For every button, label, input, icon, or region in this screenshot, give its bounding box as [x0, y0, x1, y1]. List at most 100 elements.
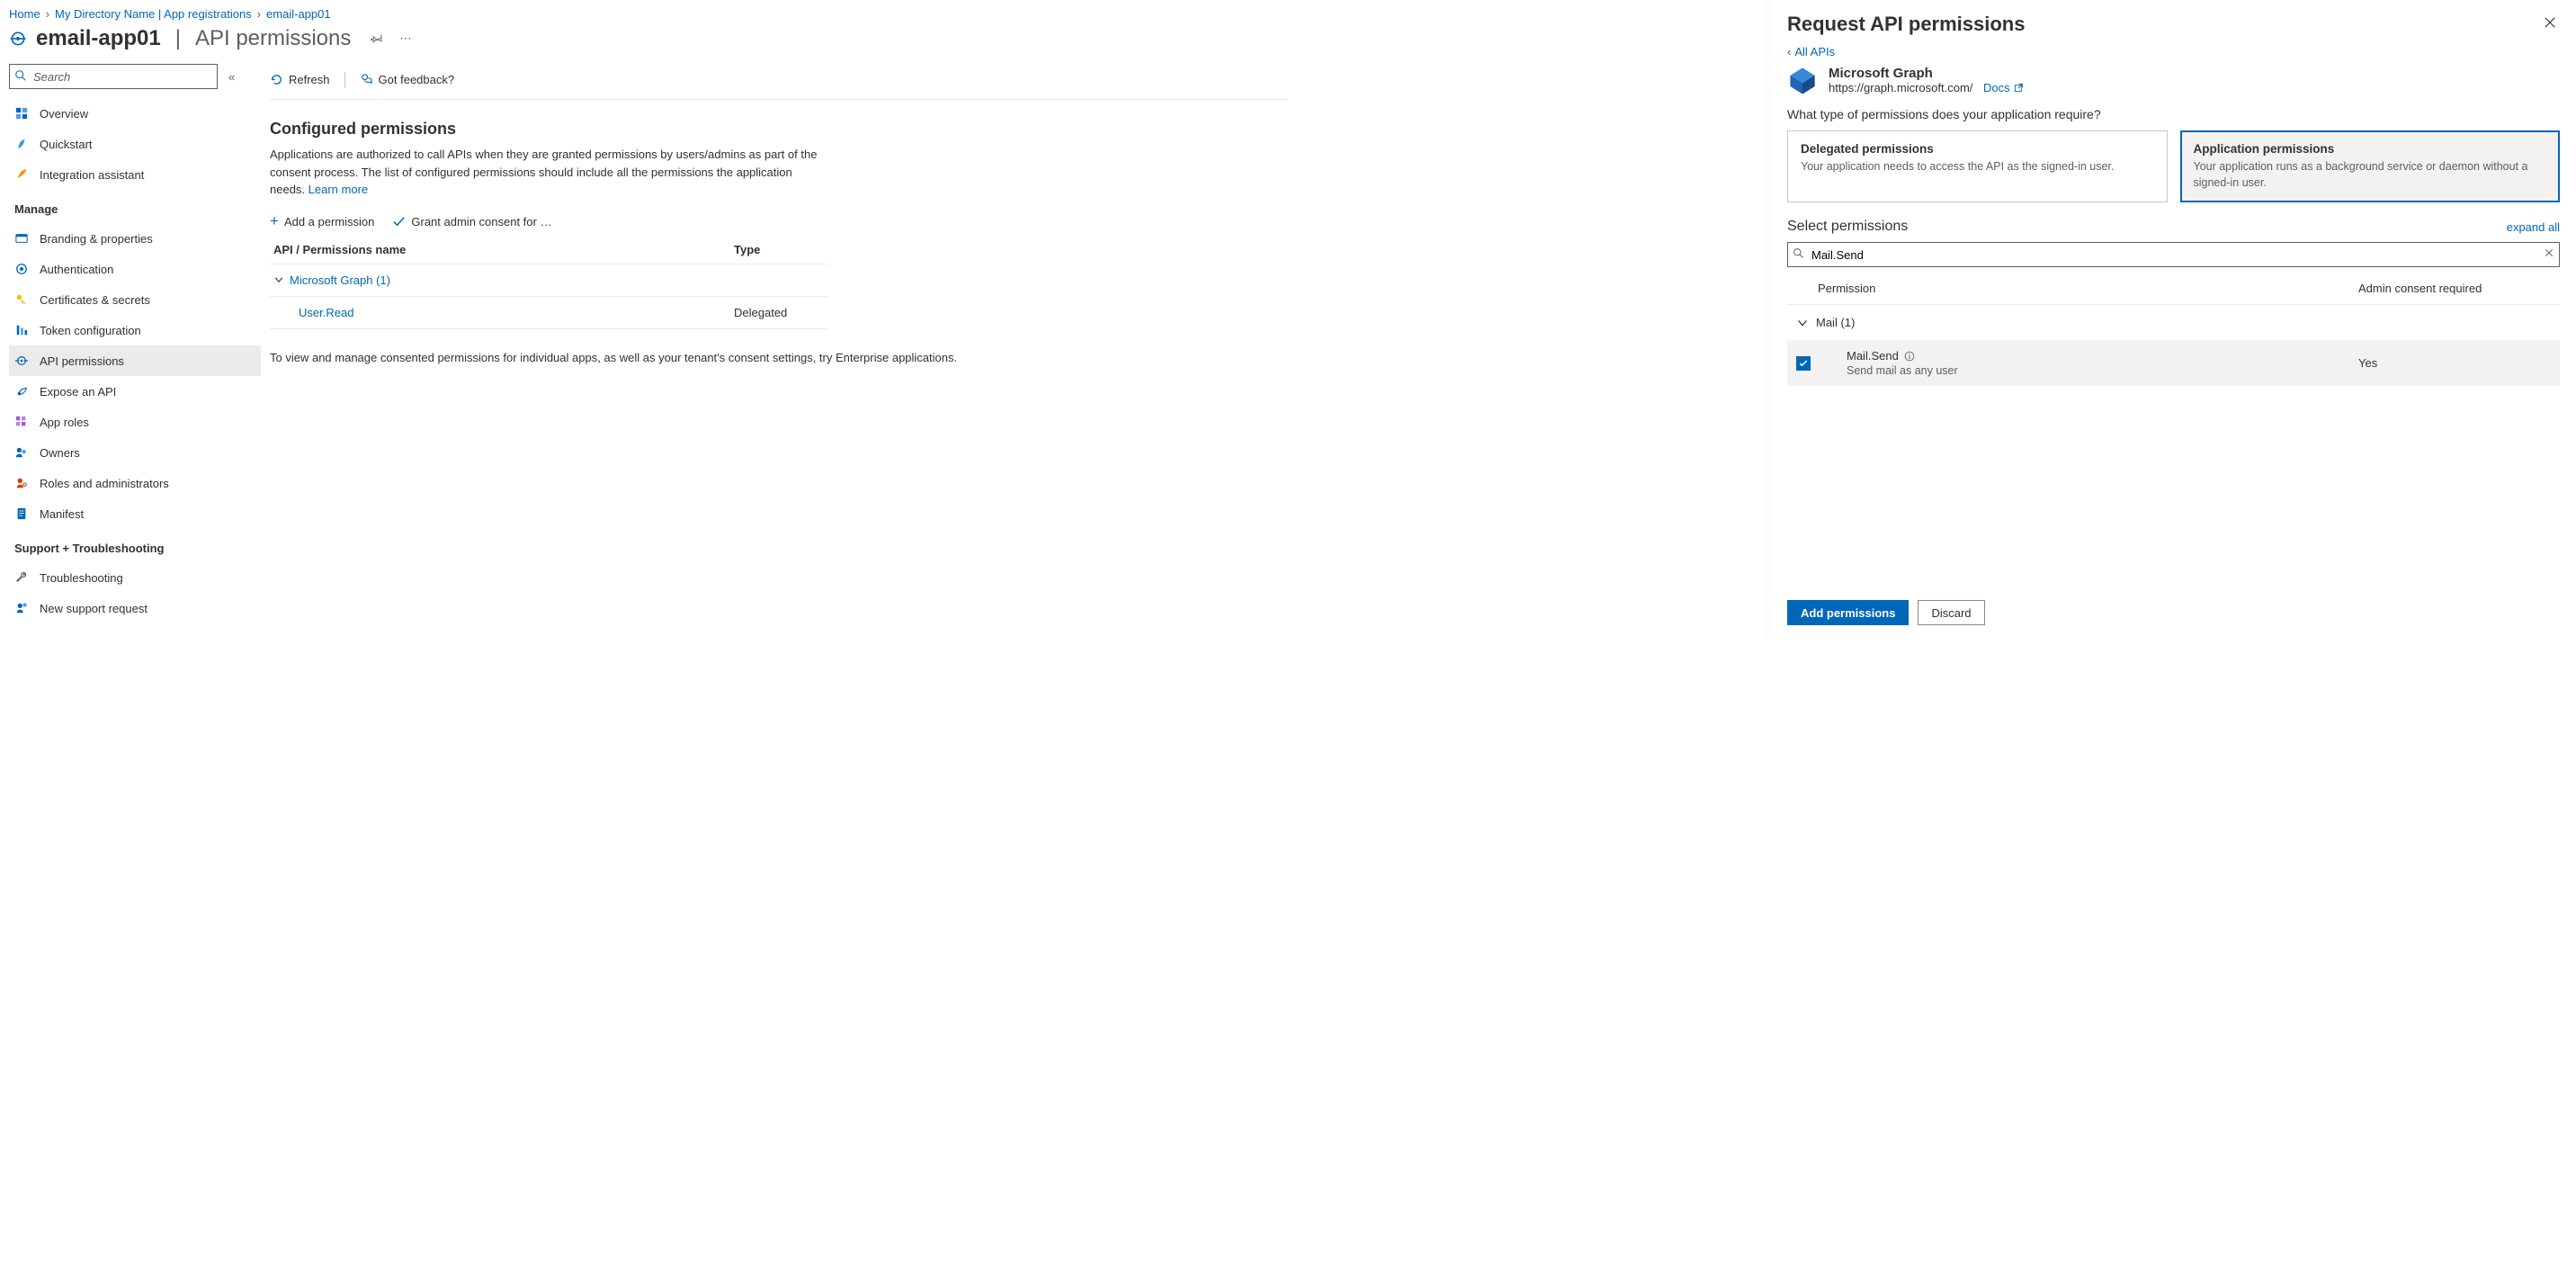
sidebar-item-manifest[interactable]: Manifest: [9, 498, 261, 529]
quickstart-icon: [14, 138, 29, 150]
docs-link[interactable]: Docs: [1983, 81, 2024, 94]
sidebar-item-label: Branding & properties: [40, 232, 153, 246]
breadcrumb: Home › My Directory Name | App registrat…: [0, 0, 1288, 24]
sidebar-item-token-config[interactable]: Token configuration: [9, 315, 261, 345]
permission-consent: Yes: [2358, 356, 2556, 370]
check-icon: [392, 215, 406, 228]
chevron-down-icon: [1796, 317, 1809, 329]
external-link-icon: [2014, 83, 2024, 93]
col-header-type: Type: [734, 243, 824, 256]
permission-group-mail[interactable]: Mail (1): [1787, 305, 2560, 340]
permission-list-header: Permission Admin consent required: [1787, 273, 2560, 305]
col-header-permission: Permission: [1818, 282, 2358, 295]
page-title-row: email-app01 | API permissions ⋯: [0, 24, 1288, 60]
feedback-label: Got feedback?: [379, 73, 455, 86]
permission-desc: Send mail as any user: [1847, 364, 2358, 377]
add-permissions-button[interactable]: Add permissions: [1787, 600, 1909, 625]
toolbar: Refresh Got feedback?: [270, 60, 1288, 100]
token-icon: [14, 324, 29, 336]
rocket-icon: [14, 168, 29, 181]
refresh-button[interactable]: Refresh: [270, 73, 330, 86]
sidebar-item-owners[interactable]: Owners: [9, 437, 261, 468]
pin-icon[interactable]: [367, 28, 387, 49]
branding-icon: [14, 232, 29, 245]
delegated-desc: Your application needs to access the API…: [1801, 159, 2154, 175]
breadcrumb-app[interactable]: email-app01: [266, 7, 331, 21]
more-icon[interactable]: ⋯: [396, 28, 415, 49]
permission-item-mail-send[interactable]: Mail.Send Send mail as any user Yes: [1787, 340, 2560, 386]
permission-group-label[interactable]: Microsoft Graph (1): [290, 273, 390, 287]
search-icon: [14, 69, 27, 82]
auth-icon: [14, 263, 29, 275]
all-apis-label: All APIs: [1794, 45, 1835, 58]
request-api-permissions-blade: Request API permissions ‹ All APIs Micro…: [1771, 0, 2576, 636]
chevron-left-icon: ‹: [1787, 45, 1791, 58]
sidebar-item-integration-assistant[interactable]: Integration assistant: [9, 159, 261, 190]
footer-note: To view and manage consented permissions…: [270, 351, 1288, 364]
select-permissions-title: Select permissions: [1787, 219, 1908, 235]
sidebar-item-overview[interactable]: Overview: [9, 98, 261, 129]
permission-checkbox[interactable]: [1796, 356, 1811, 371]
owners-icon: [14, 446, 29, 459]
sidebar-item-api-permissions[interactable]: API permissions: [9, 345, 261, 376]
clear-filter-icon[interactable]: [2544, 247, 2554, 258]
permission-group-label: Mail (1): [1816, 316, 1855, 329]
permission-name[interactable]: User.Read: [299, 306, 353, 319]
blade-footer: Add permissions Discard: [1771, 589, 2576, 636]
support-icon: [14, 602, 29, 614]
sidebar: « Overview Quickstart Integration assist…: [0, 60, 261, 623]
close-icon: [2544, 16, 2556, 29]
key-icon: [14, 293, 29, 306]
sidebar-item-troubleshooting[interactable]: Troubleshooting: [9, 562, 261, 593]
refresh-label: Refresh: [289, 73, 330, 86]
collapse-sidebar-icon[interactable]: «: [225, 67, 238, 87]
sidebar-item-label: Manifest: [40, 507, 84, 521]
learn-more-link[interactable]: Learn more: [309, 183, 368, 196]
toolbar-divider: [344, 72, 345, 88]
check-icon: [1798, 358, 1809, 369]
sidebar-item-new-support-request[interactable]: New support request: [9, 593, 261, 623]
expand-all-link[interactable]: expand all: [2507, 220, 2560, 234]
page-section: API permissions: [195, 26, 351, 51]
permission-row-user-read[interactable]: User.Read Delegated: [270, 297, 827, 329]
blade-title: Request API permissions: [1787, 13, 2025, 36]
col-header-api: API / Permissions name: [273, 243, 734, 256]
api-name: Microsoft Graph: [1829, 66, 2024, 81]
app-roles-icon: [14, 416, 29, 428]
sidebar-item-label: Quickstart: [40, 138, 93, 151]
sidebar-item-expose-api[interactable]: Expose an API: [9, 376, 261, 407]
col-header-consent: Admin consent required: [2358, 282, 2556, 295]
permission-filter-input[interactable]: [1787, 242, 2560, 267]
info-icon[interactable]: [1904, 351, 1915, 362]
application-permissions-card[interactable]: Application permissions Your application…: [2180, 130, 2561, 202]
close-blade-button[interactable]: [2540, 13, 2560, 32]
breadcrumb-home[interactable]: Home: [9, 7, 40, 21]
sidebar-item-label: Authentication: [40, 263, 113, 276]
configured-permissions-desc: Applications are authorized to call APIs…: [270, 146, 827, 199]
sidebar-item-label: Owners: [40, 446, 80, 460]
feedback-button[interactable]: Got feedback?: [360, 73, 455, 86]
sidebar-item-label: Certificates & secrets: [40, 293, 150, 307]
all-apis-back-link[interactable]: ‹ All APIs: [1787, 45, 2560, 58]
grant-consent-label: Grant admin consent for …: [411, 215, 551, 228]
sidebar-item-label: Integration assistant: [40, 168, 144, 182]
permission-filter[interactable]: [1787, 242, 2560, 267]
sidebar-item-certificates[interactable]: Certificates & secrets: [9, 284, 261, 315]
feedback-icon: [360, 73, 373, 86]
sidebar-item-quickstart[interactable]: Quickstart: [9, 129, 261, 159]
page-title: email-app01: [36, 26, 161, 51]
configured-permissions-title: Configured permissions: [270, 120, 1288, 139]
sidebar-item-branding[interactable]: Branding & properties: [9, 223, 261, 254]
permission-group-graph[interactable]: Microsoft Graph (1): [270, 264, 827, 297]
sidebar-item-roles-admins[interactable]: Roles and administrators: [9, 468, 261, 498]
api-permissions-icon: [14, 354, 29, 367]
add-permission-button[interactable]: + Add a permission: [270, 215, 374, 228]
sidebar-search[interactable]: [9, 64, 218, 89]
sidebar-item-app-roles[interactable]: App roles: [9, 407, 261, 437]
grant-consent-button[interactable]: Grant admin consent for …: [392, 215, 551, 228]
delegated-permissions-card[interactable]: Delegated permissions Your application n…: [1787, 130, 2168, 202]
sidebar-item-authentication[interactable]: Authentication: [9, 254, 261, 284]
discard-button[interactable]: Discard: [1918, 600, 1984, 625]
sidebar-search-input[interactable]: [9, 64, 218, 89]
breadcrumb-dir[interactable]: My Directory Name | App registrations: [55, 7, 252, 21]
